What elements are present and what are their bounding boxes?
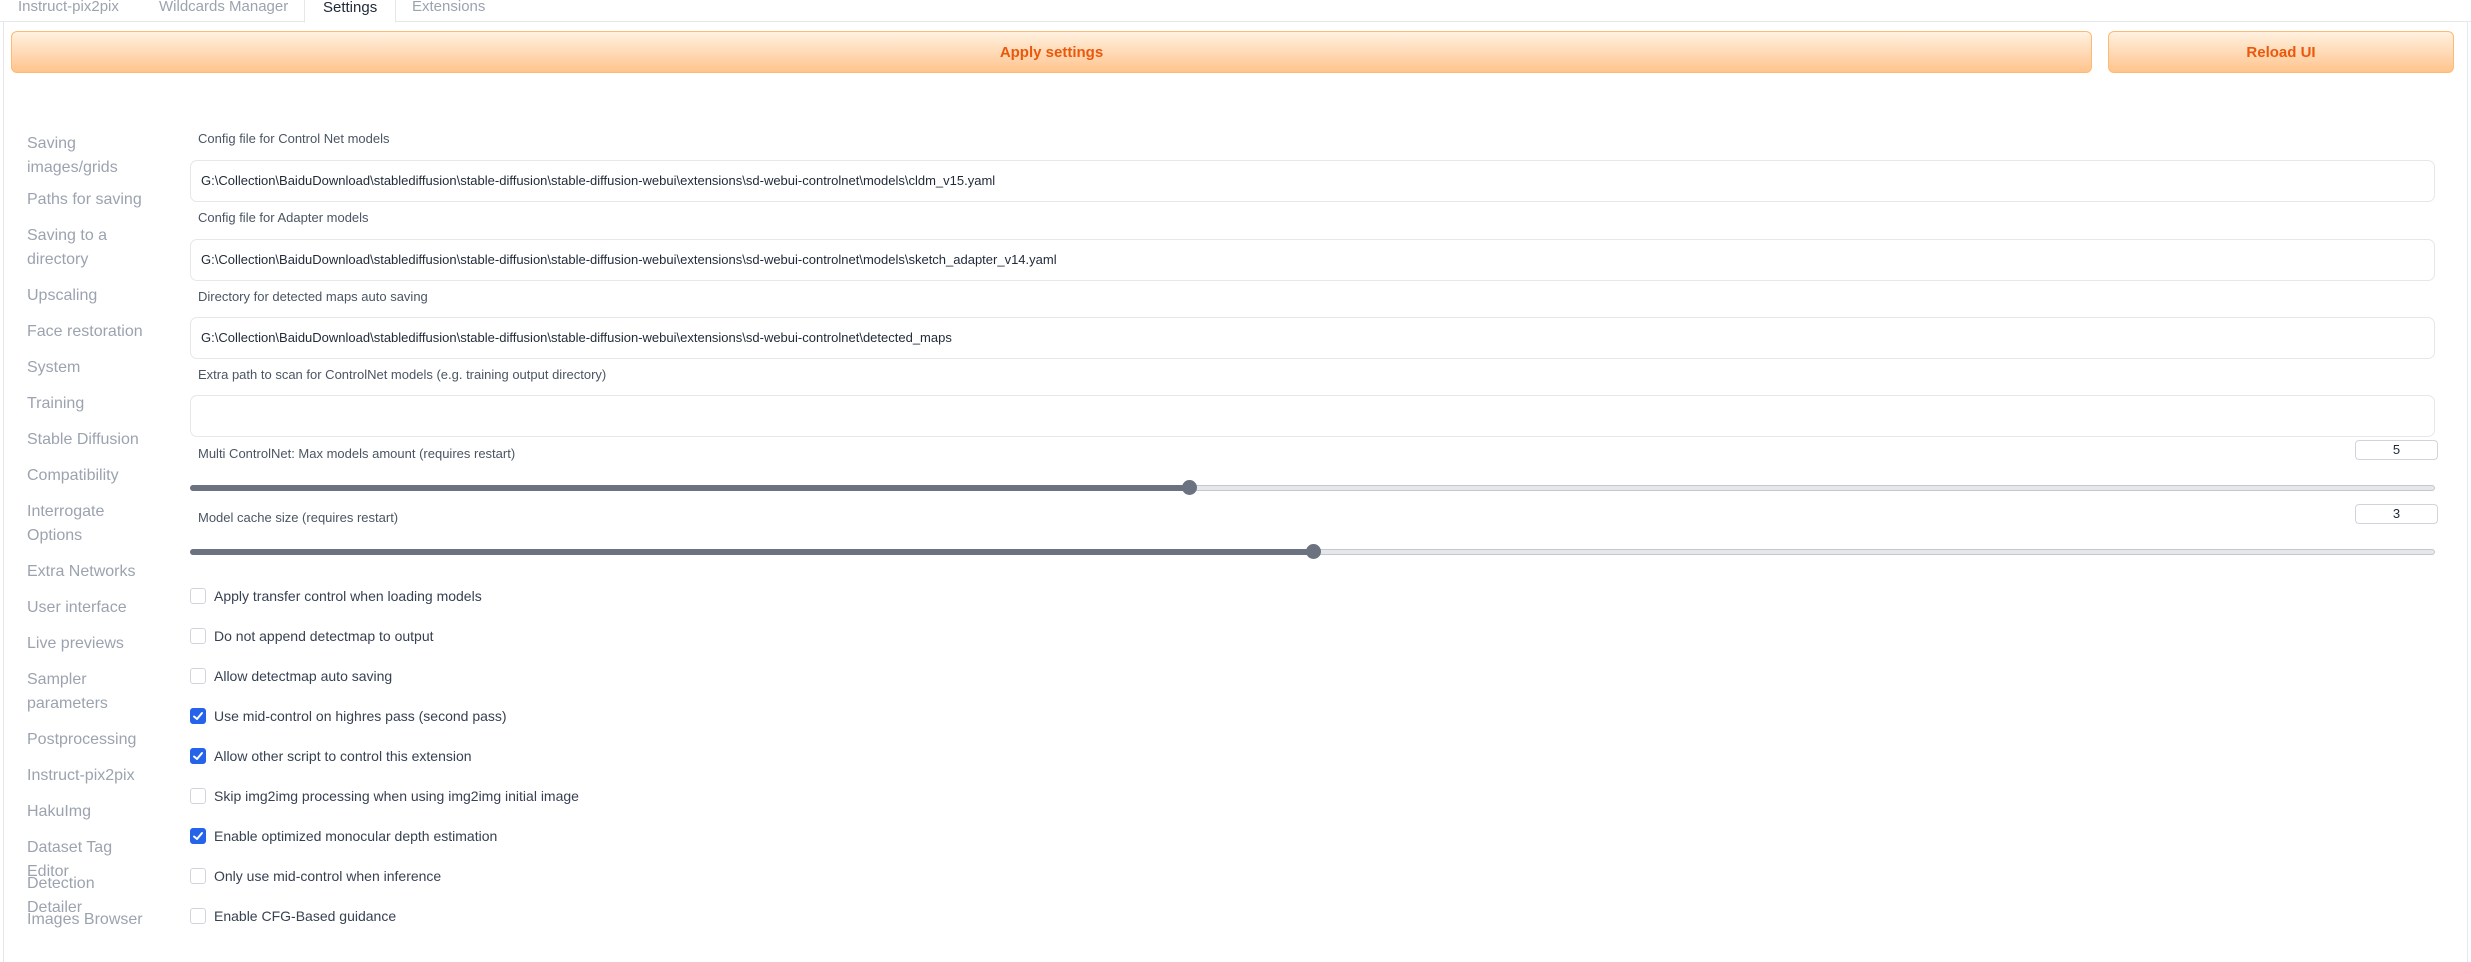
sidebar-item-dataset-tag-editor[interactable]: Dataset Tag Editor [27, 836, 147, 880]
checkbox-row[interactable]: Only use mid-control when inference [190, 866, 441, 886]
checkbox-label: Use mid-control on highres pass (second … [214, 708, 507, 724]
cache-size-label: Model cache size (requires restart) [198, 510, 399, 525]
settings-sidebar: Saving images/grids Paths for saving Sav… [27, 128, 177, 944]
checkbox-label: Enable CFG-Based guidance [214, 908, 397, 924]
checkbox[interactable] [190, 628, 206, 644]
checkbox-row[interactable]: Enable CFG-Based guidance [190, 906, 396, 926]
sidebar-item-upscaling[interactable]: Upscaling [27, 284, 147, 320]
sidebar-item-face-restoration[interactable]: Face restoration [27, 320, 147, 356]
checkbox[interactable] [190, 588, 206, 604]
apply-settings-button[interactable]: Apply settings [11, 31, 2092, 73]
tab-settings[interactable]: Settings [304, 0, 397, 23]
sidebar-item-saving-to-directory[interactable]: Saving to a directory [27, 224, 147, 284]
sidebar-item-instruct-pix2pix[interactable]: Instruct-pix2pix [27, 764, 147, 800]
checkbox[interactable] [190, 708, 206, 724]
sidebar-item-user-interface[interactable]: User interface [27, 596, 147, 632]
checkbox-label: Enable optimized monocular depth estimat… [214, 828, 498, 844]
sidebar-item-hakuimg[interactable]: HakuImg [27, 800, 147, 836]
multi-cn-slider-fill [190, 485, 1189, 491]
extra-path-label: Extra path to scan for ControlNet models… [198, 367, 607, 382]
check-icon [193, 712, 203, 720]
config-adapter-input[interactable]: G:\Collection\BaiduDownload\stablediffus… [190, 239, 2435, 281]
checkbox-row[interactable]: Skip img2img processing when using img2i… [190, 786, 579, 806]
checkbox-label: Skip img2img processing when using img2i… [214, 788, 579, 804]
checkbox[interactable] [190, 828, 206, 844]
tab-extensions[interactable]: Extensions [394, 0, 503, 22]
check-icon [193, 832, 203, 840]
sidebar-item-saving-images[interactable]: Saving images/grids [27, 128, 147, 188]
sidebar-item-extra-networks[interactable]: Extra Networks [27, 560, 147, 596]
sidebar-item-interrogate-options[interactable]: Interrogate Options [27, 500, 147, 560]
config-adapter-label: Config file for Adapter models [198, 210, 369, 225]
checkbox[interactable] [190, 788, 206, 804]
reload-ui-button[interactable]: Reload UI [2108, 31, 2454, 73]
multi-cn-label: Multi ControlNet: Max models amount (req… [198, 446, 516, 461]
checkbox-row[interactable]: Allow other script to control this exten… [190, 746, 472, 766]
checkbox-row[interactable]: Enable optimized monocular depth estimat… [190, 826, 497, 846]
cache-size-slider-fill [190, 549, 1312, 555]
cache-size-number[interactable]: 3 [2355, 504, 2438, 524]
sidebar-item-paths-for-saving[interactable]: Paths for saving [27, 188, 147, 224]
checkbox[interactable] [190, 668, 206, 684]
extra-path-input[interactable] [190, 395, 2435, 437]
tab-instruct-pix2pix[interactable]: Instruct-pix2pix [0, 0, 137, 22]
sidebar-item-detection-detailer[interactable]: Detection Detailer [27, 872, 147, 916]
cache-size-slider[interactable] [190, 544, 2435, 559]
multi-cn-number[interactable]: 5 [2355, 440, 2438, 460]
cache-size-slider-thumb[interactable] [1305, 544, 1321, 559]
check-icon [193, 752, 203, 760]
checkbox-label: Allow detectmap auto saving [214, 668, 393, 684]
config-cn-input[interactable]: G:\Collection\BaiduDownload\stablediffus… [190, 160, 2435, 202]
sidebar-item-stable-diffusion[interactable]: Stable Diffusion [27, 428, 147, 464]
checkbox[interactable] [190, 868, 206, 884]
sidebar-item-training[interactable]: Training [27, 392, 147, 428]
checkbox-row[interactable]: Use mid-control on highres pass (second … [190, 706, 507, 726]
sidebar-item-live-previews[interactable]: Live previews [27, 632, 147, 668]
sidebar-item-postprocessing[interactable]: Postprocessing [27, 728, 147, 764]
sidebar-item-sampler-parameters[interactable]: Sampler parameters [27, 668, 147, 728]
checkbox-row[interactable]: Do not append detectmap to output [190, 626, 434, 646]
detected-dir-label: Directory for detected maps auto saving [198, 289, 428, 304]
detected-dir-input[interactable]: G:\Collection\BaiduDownload\stablediffus… [190, 317, 2435, 359]
config-cn-label: Config file for Control Net models [198, 131, 390, 146]
multi-cn-slider[interactable] [190, 480, 2435, 495]
checkbox-label: Apply transfer control when loading mode… [214, 588, 482, 604]
checkbox-row[interactable]: Allow detectmap auto saving [190, 666, 392, 686]
sidebar-item-compatibility[interactable]: Compatibility [27, 464, 147, 500]
checkbox-label: Do not append detectmap to output [214, 628, 434, 644]
sidebar-item-system[interactable]: System [27, 356, 147, 392]
checkbox-label: Allow other script to control this exten… [214, 748, 472, 764]
checkbox[interactable] [190, 908, 206, 924]
checkbox[interactable] [190, 748, 206, 764]
checkbox-label: Only use mid-control when inference [214, 868, 442, 884]
settings-tabbar: Instruct-pix2pix Wildcards Manager Setti… [0, 0, 2471, 23]
sidebar-item-images-browser[interactable]: Images Browser [27, 908, 147, 944]
checkbox-row[interactable]: Apply transfer control when loading mode… [190, 586, 482, 606]
tab-wildcards-manager[interactable]: Wildcards Manager [141, 0, 306, 22]
